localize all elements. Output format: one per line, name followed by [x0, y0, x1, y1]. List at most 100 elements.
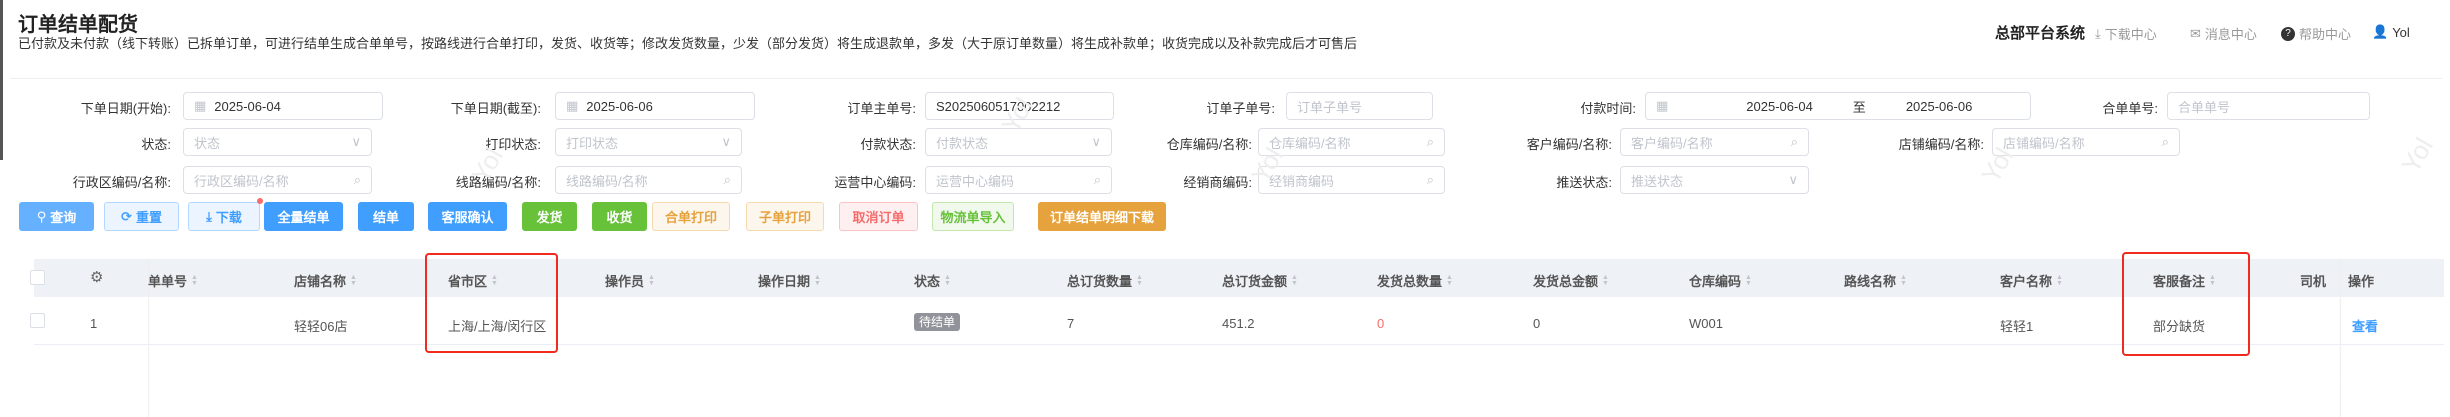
action-button-7[interactable]: 发货: [522, 202, 577, 231]
filter-input[interactable]: 仓库编码/名称 ⌕: [1258, 128, 1445, 156]
column-header-label: 路线名称: [1844, 274, 1897, 289]
filter-input[interactable]: ▦ 2025-06-04: [183, 92, 383, 120]
filter-input[interactable]: 行政区编码/名称 ⌕: [183, 166, 372, 194]
sort-icon[interactable]: ▲ ▼: [491, 274, 498, 287]
action-button-10[interactable]: 子单打印: [746, 202, 824, 231]
filter-input[interactable]: 客户编码/名称 ⌕: [1620, 128, 1809, 156]
user-icon: 👤: [2372, 24, 2389, 39]
message-center-link[interactable]: ✉ 消息中心: [2190, 24, 2257, 43]
calendar-icon: ▦: [1656, 98, 1669, 113]
button-label: 查询: [50, 210, 77, 225]
filter-placeholder: 订单子单号: [1297, 99, 1363, 115]
sort-icon[interactable]: ▲ ▼: [1602, 274, 1609, 287]
column-header-label: 客服备注: [2153, 274, 2206, 289]
column-header[interactable]: 单单号 ▲ ▼: [148, 271, 198, 290]
filter-placeholder: 行政区编码/名称: [194, 173, 289, 189]
row-divider: [34, 344, 2444, 345]
action-button-6[interactable]: 客服确认: [428, 202, 507, 231]
filter-placeholder: 客户编码/名称: [1631, 135, 1713, 151]
sort-icon[interactable]: ▲ ▼: [350, 274, 357, 287]
column-header[interactable]: 省市区 ▲ ▼: [448, 271, 498, 290]
column-header[interactable]: 总订货数量 ▲ ▼: [1067, 271, 1143, 290]
filter-label: 仓库编码/名称:: [1166, 137, 1252, 152]
column-header[interactable]: 客服备注 ▲ ▼: [2153, 271, 2216, 290]
column-header[interactable]: 总订货金额 ▲ ▼: [1222, 271, 1298, 290]
sort-icon[interactable]: ▲ ▼: [1745, 274, 1752, 287]
download-center-label: 下载中心: [2104, 27, 2157, 42]
action-button-2[interactable]: ⟳ 重置: [104, 202, 179, 231]
status-badge: 待结单: [914, 313, 961, 331]
sort-icon[interactable]: ▲ ▼: [191, 274, 198, 287]
filter-input[interactable]: 线路编码/名称 ⌕: [555, 166, 742, 194]
sort-icon[interactable]: ▲ ▼: [648, 274, 655, 287]
view-link[interactable]: 查看: [2352, 316, 2378, 335]
filter-label: 付款时间:: [1580, 101, 1636, 116]
notification-dot: [257, 198, 263, 204]
column-header[interactable]: 发货总金额 ▲ ▼: [1533, 271, 1609, 290]
action-button-3[interactable]: ⤓ 下载: [188, 202, 260, 231]
row-checkbox[interactable]: [30, 313, 45, 328]
button-label: 客服确认: [441, 210, 494, 225]
column-header-label: 省市区: [448, 274, 488, 289]
column-header-label: 店铺名称: [294, 274, 347, 289]
download-center-link[interactable]: ⤓ 下载中心: [2095, 24, 2157, 43]
filter-input[interactable]: 经销商编码 ⌕: [1258, 166, 1445, 194]
filter-input[interactable]: 合单单号: [2167, 92, 2370, 120]
filter-input[interactable]: 推送状态 ∨: [1620, 166, 1809, 194]
column-header[interactable]: 状态 ▲ ▼: [914, 271, 951, 290]
column-settings-gear-icon[interactable]: ⚙: [90, 268, 103, 286]
filter-input[interactable]: 店铺编码/名称 ⌕: [1992, 128, 2180, 156]
filter-input[interactable]: 订单子单号: [1286, 92, 1433, 120]
sort-icon[interactable]: ▲ ▼: [814, 274, 821, 287]
action-button-9[interactable]: 合单打印: [652, 202, 730, 231]
sort-icon[interactable]: ▲ ▼: [2209, 274, 2216, 287]
filter-value: 2025-06-04: [214, 98, 281, 114]
mail-icon: ✉: [2190, 25, 2201, 41]
column-header-label: 总订货数量: [1067, 274, 1133, 289]
filter-label: 订单主单号:: [847, 101, 916, 116]
sort-icon[interactable]: ▲ ▼: [2056, 274, 2063, 287]
sort-icon[interactable]: ▲ ▼: [944, 274, 951, 287]
sort-icon[interactable]: ▲ ▼: [1900, 274, 1907, 287]
column-header[interactable]: 仓库编码 ▲ ▼: [1689, 271, 1752, 290]
filter-label: 状态:: [141, 137, 171, 152]
action-button-13[interactable]: 订单结单明细下载: [1038, 202, 1166, 231]
action-button-5[interactable]: 结单: [358, 202, 414, 231]
column-header[interactable]: 操作员 ▲ ▼: [605, 271, 655, 290]
sort-icon[interactable]: ▲ ▼: [1291, 274, 1298, 287]
chevron-down-icon: ∨: [351, 134, 361, 149]
user-menu[interactable]: 👤 Yol: [2372, 24, 2410, 40]
button-label: 收货: [606, 210, 633, 225]
column-header-label: 状态: [914, 274, 941, 289]
date-range-end: 2025-06-06: [1905, 98, 1973, 114]
sort-icon[interactable]: ▲ ▼: [1446, 274, 1453, 287]
chevron-down-icon: ∨: [721, 134, 731, 149]
column-header[interactable]: 司机: [2300, 271, 2340, 290]
filter-input[interactable]: ▦ 2025-06-04 至 2025-06-06: [1645, 92, 2031, 120]
cell-region: 上海/上海/闵行区: [448, 319, 547, 334]
filter-input[interactable]: ▦ 2025-06-06: [555, 92, 755, 120]
cell-total-amount: 451.2: [1222, 316, 1255, 331]
column-header[interactable]: 操作日期 ▲ ▼: [758, 271, 821, 290]
column-header[interactable]: 路线名称 ▲ ▼: [1844, 271, 1907, 290]
action-button-11[interactable]: 取消订单: [839, 202, 918, 231]
select-all-checkbox[interactable]: [30, 270, 45, 285]
help-center-link[interactable]: ? 帮助中心: [2281, 24, 2351, 43]
column-header[interactable]: 操作: [2348, 271, 2375, 290]
action-button-4[interactable]: 全量结单: [264, 202, 343, 231]
action-button-1[interactable]: ⚲ 查询: [19, 202, 94, 231]
column-header[interactable]: 发货总数量 ▲ ▼: [1377, 271, 1453, 290]
filter-placeholder: 状态: [194, 135, 221, 151]
cell-ship-qty: 0: [1377, 316, 1385, 331]
column-header[interactable]: 店铺名称 ▲ ▼: [294, 271, 357, 290]
filter-input[interactable]: 运营中心编码 ⌕: [925, 166, 1112, 194]
row-index: 1: [90, 316, 98, 331]
cell-ship-amount: 0: [1533, 316, 1541, 331]
action-button-8[interactable]: 收货: [592, 202, 647, 231]
column-header[interactable]: 客户名称 ▲ ▼: [2000, 271, 2063, 290]
sort-icon[interactable]: ▲ ▼: [1136, 274, 1143, 287]
download-icon: ⤓: [2095, 25, 2101, 41]
filter-input[interactable]: 打印状态 ∨: [555, 128, 742, 156]
filter-input[interactable]: 状态 ∨: [183, 128, 372, 156]
action-button-12[interactable]: 物流单导入: [932, 202, 1014, 231]
